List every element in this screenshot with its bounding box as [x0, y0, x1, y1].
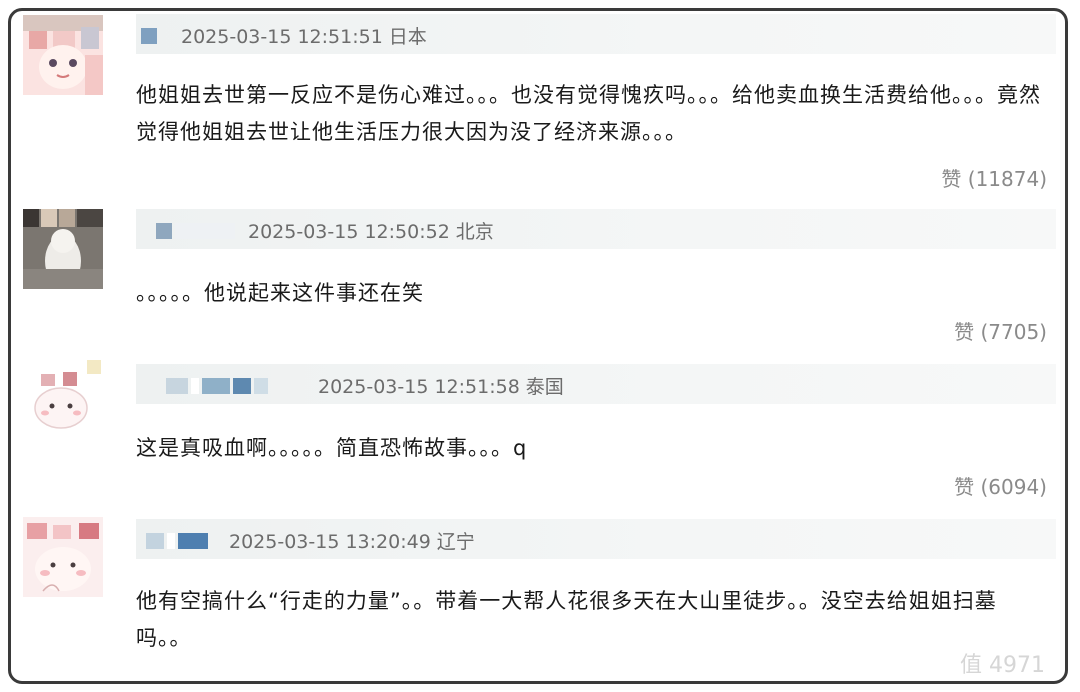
avatar-image: [23, 209, 103, 289]
avatar-image: [23, 15, 103, 95]
username-blurred[interactable]: [156, 223, 235, 239]
avatar-image: [23, 360, 103, 440]
username-blurred[interactable]: [141, 28, 157, 44]
comment-meta-bar: 2025-03-15 13:20:49 辽宁: [136, 519, 1056, 559]
comment-meta: 2025-03-15 12:50:52 北京: [248, 217, 494, 244]
comment-text: 他有空搞什么“行走的力量”。。带着一大帮人花很多天在大山里徒步。。没空去给姐姐扫…: [136, 589, 997, 650]
comment-location: 日本: [388, 26, 427, 48]
username-blurred[interactable]: [146, 533, 208, 549]
comment-list: 2025-03-15 12:51:51 日本 他姐姐去世第一反应不是伤心难过。。。…: [8, 8, 1068, 684]
comment-meta: 2025-03-15 12:51:58 泰国: [318, 372, 564, 399]
like-button[interactable]: 赞 (7705): [954, 316, 1047, 345]
comment-text: 。。。。。他说起来这件事还在笑: [136, 281, 424, 305]
comment-text: 他姐姐去世第一反应不是伤心难过。。。也没有觉得愧疚吗。。。给他卖血换生活费给他。…: [136, 83, 1041, 144]
comment-timestamp: 2025-03-15 12:51:58: [318, 376, 520, 398]
comment-meta-bar: 2025-03-15 12:51:58 泰国: [136, 364, 1056, 404]
comment-item: 2025-03-15 12:51:51 日本 他姐姐去世第一反应不是伤心难过。。。…: [11, 11, 1065, 201]
comment-item: 2025-03-15 12:51:58 泰国 这是真吸血啊。。。。。简直恐怖故事。…: [11, 356, 1065, 511]
comment-item: 2025-03-15 13:20:49 辽宁 他有空搞什么“行走的力量”。。带着一…: [11, 511, 1065, 681]
comment-meta-bar: 2025-03-15 12:50:52 北京: [136, 209, 1056, 249]
watermark: 值 4971: [960, 653, 1045, 678]
username-blurred[interactable]: [166, 378, 268, 394]
avatar[interactable]: [23, 15, 103, 95]
avatar[interactable]: [23, 517, 103, 597]
avatar[interactable]: [23, 209, 103, 289]
avatar[interactable]: [23, 360, 103, 440]
comment-timestamp: 2025-03-15 13:20:49: [229, 531, 431, 553]
comment-location: 北京: [455, 221, 494, 243]
comment-timestamp: 2025-03-15 12:50:52: [248, 221, 450, 243]
comment-timestamp: 2025-03-15 12:51:51: [181, 26, 383, 48]
like-button[interactable]: 赞 (11874): [941, 163, 1047, 192]
comment-location: 辽宁: [436, 531, 475, 553]
comment-text: 这是真吸血啊。。。。。简直恐怖故事。。。q: [136, 436, 528, 460]
comment-meta: 2025-03-15 12:51:51 日本: [181, 22, 427, 49]
comment-location: 泰国: [525, 376, 564, 398]
avatar-image: [23, 517, 103, 597]
like-button[interactable]: 赞 (6094): [954, 471, 1047, 500]
comment-item: 2025-03-15 12:50:52 北京 。。。。。他说起来这件事还在笑 赞 …: [11, 201, 1065, 356]
comment-meta-bar: 2025-03-15 12:51:51 日本: [136, 14, 1056, 54]
comment-meta: 2025-03-15 13:20:49 辽宁: [229, 527, 475, 554]
